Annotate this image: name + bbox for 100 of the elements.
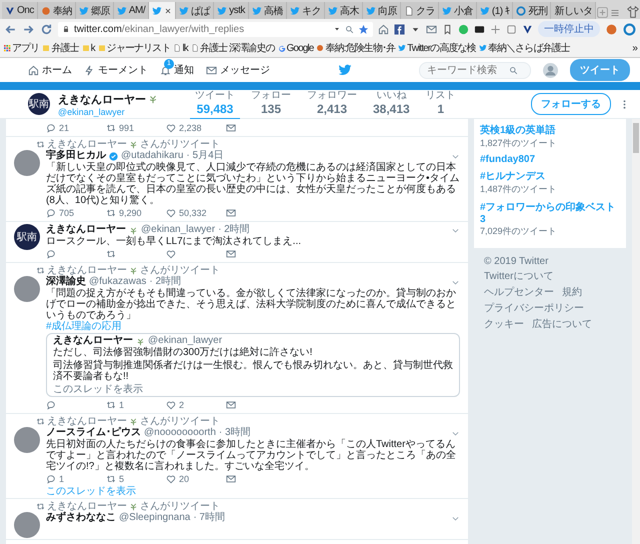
browser-tab[interactable]: キク	[286, 2, 325, 19]
bookmark[interactable]: アプリ	[3, 41, 40, 55]
avatar-photo[interactable]	[14, 512, 40, 538]
footer-link[interactable]: ヘルプセンター	[484, 285, 554, 299]
house-icon[interactable]	[378, 24, 389, 34]
square-icon[interactable]	[506, 24, 517, 34]
avatar-photo[interactable]	[14, 276, 40, 302]
profile-stat-tab[interactable]: リスト 1	[420, 87, 461, 121]
tweet-time[interactable]: · 3時間	[218, 427, 251, 439]
avatar-photo[interactable]	[14, 150, 40, 176]
heart-icon[interactable]	[166, 400, 176, 410]
author-name[interactable]: みずさわななこ	[46, 512, 116, 524]
browser-tab[interactable]: 高橋	[248, 2, 287, 19]
bird-icon	[478, 44, 487, 52]
footer-link[interactable]: 規約	[562, 285, 582, 299]
browser-tab[interactable]: 郷原	[76, 2, 114, 19]
bookmark[interactable]: 奉納＼さらば弁護士	[478, 41, 570, 55]
mail-icon[interactable]	[426, 24, 437, 34]
nav-item[interactable]: メッセージ	[206, 63, 270, 77]
profile-stat-tab[interactable]: いいね 38,413	[368, 87, 415, 121]
reply-icon[interactable]	[46, 400, 56, 410]
envelope-icon[interactable]	[226, 249, 236, 259]
heart-icon[interactable]	[166, 249, 176, 259]
profile-stat-tab[interactable]: フォロワー 2,413	[302, 87, 362, 121]
retweet-icon[interactable]	[106, 400, 116, 410]
reply-icon[interactable]	[46, 208, 56, 218]
envelope-icon[interactable]	[226, 123, 236, 133]
footer-link[interactable]: 広告について	[532, 317, 592, 331]
scrollbar[interactable]	[632, 119, 640, 544]
retweet-icon[interactable]	[106, 249, 116, 259]
footer-link[interactable]: Twitterについて	[484, 269, 554, 283]
v-icon[interactable]	[522, 24, 533, 34]
browser-tab[interactable]: 向原	[362, 2, 401, 19]
bookmark[interactable]: 弁護士	[42, 41, 79, 55]
bookmark[interactable]: 奉納:危険生物･弁	[316, 41, 396, 55]
menu-icon[interactable]	[609, 7, 622, 19]
reply-icon[interactable]	[46, 474, 56, 484]
browser-tab[interactable]: 奉納	[38, 2, 76, 19]
footer-link[interactable]: クッキー	[484, 317, 524, 331]
retweet-icon[interactable]	[106, 123, 116, 133]
heart-icon[interactable]	[166, 208, 176, 218]
browser-tab[interactable]: (1) ｷ	[476, 2, 514, 19]
footer-link[interactable]: プライバシーポリシー	[484, 301, 584, 315]
tweet-time[interactable]: · 2時間	[149, 276, 182, 288]
search-field[interactable]: キーワード検索	[419, 62, 531, 78]
author-handle[interactable]: @utadahikaru	[121, 150, 184, 162]
close-icon[interactable]	[164, 6, 172, 14]
tweet-time[interactable]: · 7時間	[193, 512, 225, 524]
avatar-photo[interactable]	[14, 427, 40, 453]
envelope-icon[interactable]	[226, 474, 236, 484]
bookmark[interactable]: k	[82, 42, 95, 54]
heart-icon[interactable]	[166, 474, 176, 484]
retweet-icon[interactable]	[106, 474, 116, 484]
browser-tab[interactable]: 小倉	[438, 2, 477, 19]
browser-tab[interactable]: ystk	[214, 2, 249, 19]
envelope-icon[interactable]	[226, 208, 236, 218]
reload-icon[interactable]	[40, 22, 53, 36]
tweet-time[interactable]: · 5月4日	[186, 150, 224, 162]
star-icon[interactable]	[358, 24, 369, 34]
bookmark[interactable]: lk	[173, 42, 188, 54]
author-handle[interactable]: @ekinan_lawyer	[141, 224, 216, 236]
browser-tab[interactable]: AM/	[114, 2, 150, 19]
heart-icon[interactable]	[166, 123, 176, 133]
reply-icon[interactable]	[46, 123, 56, 133]
author-handle[interactable]: @noooooooorth	[144, 427, 216, 439]
author-name[interactable]: 深澤諭史	[46, 276, 86, 288]
author-name[interactable]: えきなんローヤー	[46, 224, 126, 236]
browser-tab[interactable]: 死刑	[513, 2, 552, 19]
nav-item[interactable]: モーメント	[84, 63, 148, 77]
profile-stat-tab[interactable]: フォロー 135	[246, 87, 296, 121]
browser-tab[interactable]: クラ	[400, 2, 439, 19]
browser-tab[interactable]: ぱぱ	[176, 2, 214, 19]
more-bookmarks-button[interactable]: »	[632, 42, 637, 54]
reply-icon[interactable]	[46, 249, 56, 259]
author-name[interactable]: ノースライム･ピウス	[46, 427, 141, 439]
caret-icon[interactable]	[333, 25, 341, 33]
browser-tab[interactable]: 新しいタ	[551, 2, 596, 19]
bookmark[interactable]: Twitterの高度な検	[398, 41, 476, 55]
bookmark[interactable]: 弁護士 深澤諭史の	[190, 41, 275, 55]
author-name[interactable]: 宇多田ヒカル	[46, 150, 106, 162]
author-handle[interactable]: @Sleepingnana	[119, 512, 190, 524]
shirt-icon[interactable]	[626, 5, 640, 19]
tweet-time[interactable]: · 2時間	[218, 224, 250, 236]
browser-tab[interactable]: Onc	[2, 2, 38, 19]
bookmark[interactable]: ジャーナリスト	[98, 41, 170, 55]
browser-tab[interactable]: 高木	[324, 2, 363, 19]
pause-button[interactable]: 一時停止中	[538, 21, 600, 37]
retweet-icon[interactable]	[106, 208, 116, 218]
facebook-icon[interactable]	[394, 24, 405, 34]
nav-item[interactable]: ホーム	[28, 63, 72, 77]
show-thread-link[interactable]: このスレッドを表示	[53, 384, 143, 395]
bookmark[interactable]: Google	[278, 42, 314, 54]
bookmark-icon[interactable]	[442, 24, 453, 34]
avatar-logo[interactable]: 駅南	[14, 224, 40, 250]
extension-icon[interactable]	[474, 24, 485, 34]
author-handle[interactable]: @fukazawas	[89, 276, 146, 288]
address-bar[interactable]: twitter.com/ekinan_lawyer/with_replies	[58, 22, 373, 36]
quoted-tweet[interactable]: えきなんローヤー @ekinan_lawyer ただし、司法修習強制借財の300万だけは絶対に許さない! 司法修習貸与制推進関係者だけは一生恨む。恨んでも恨み切れない。あと、貸与制世代救済不要論者もな!! このスレッドを表示	[46, 333, 460, 397]
envelope-icon[interactable]	[226, 400, 236, 410]
zoom-icon[interactable]	[345, 24, 354, 34]
